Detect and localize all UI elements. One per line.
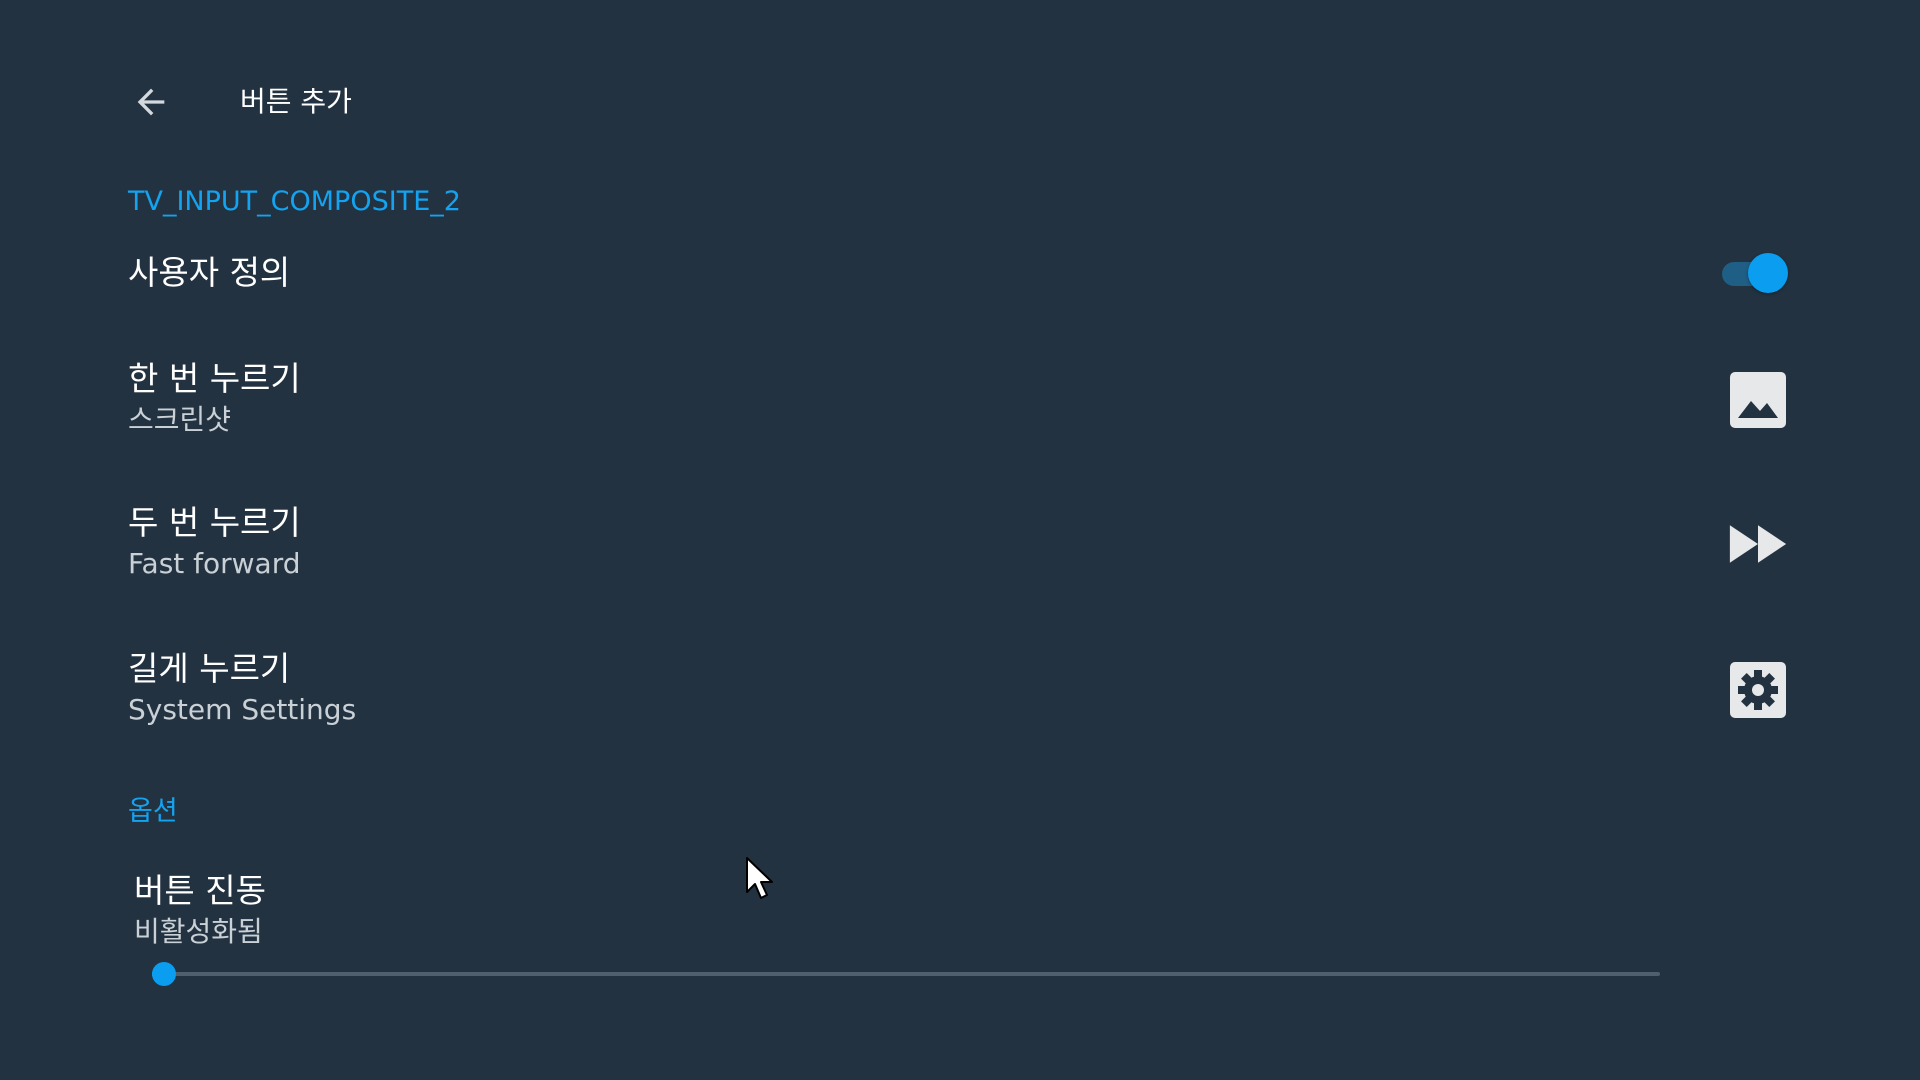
double-press-title: 두 번 누르기 [128, 503, 301, 542]
arrow-back-icon [137, 88, 165, 116]
back-button[interactable] [126, 80, 176, 124]
vibration-subtitle: 비활성화됨 [134, 915, 263, 948]
single-press-title: 한 번 누르기 [128, 359, 301, 398]
settings-screen: 버튼 추가 TV_INPUT_COMPOSITE_2 사용자 정의 한 번 누르… [0, 0, 1920, 1080]
custom-toggle-label: 사용자 정의 [128, 253, 291, 292]
long-press-subtitle: System Settings [128, 693, 357, 726]
custom-toggle-row[interactable]: 사용자 정의 [128, 252, 1788, 294]
mouse-cursor-icon [746, 857, 773, 899]
long-press-title: 길게 누르기 [128, 649, 291, 688]
image-icon [1728, 370, 1788, 430]
gear-icon [1728, 660, 1788, 720]
slider-track [152, 972, 1660, 976]
section-header-options: 옵션 [128, 796, 178, 827]
section-header-input: TV_INPUT_COMPOSITE_2 [128, 186, 461, 217]
fast-forward-icon [1728, 514, 1788, 574]
vibration-row: 버튼 진동 비활성화됨 [134, 870, 734, 954]
toggle-thumb [1748, 253, 1788, 293]
vibration-title: 버튼 진동 [134, 871, 266, 910]
long-press-row[interactable]: 길게 누르기 System Settings [128, 648, 1788, 732]
vibration-slider[interactable] [152, 962, 1660, 986]
slider-thumb[interactable] [152, 962, 176, 986]
double-press-subtitle: Fast forward [128, 547, 301, 580]
page-title: 버튼 추가 [240, 85, 352, 118]
custom-toggle-switch[interactable] [1720, 253, 1788, 293]
single-press-subtitle: 스크린샷 [128, 403, 232, 436]
single-press-row[interactable]: 한 번 누르기 스크린샷 [128, 358, 1788, 442]
double-press-row[interactable]: 두 번 누르기 Fast forward [128, 502, 1788, 586]
